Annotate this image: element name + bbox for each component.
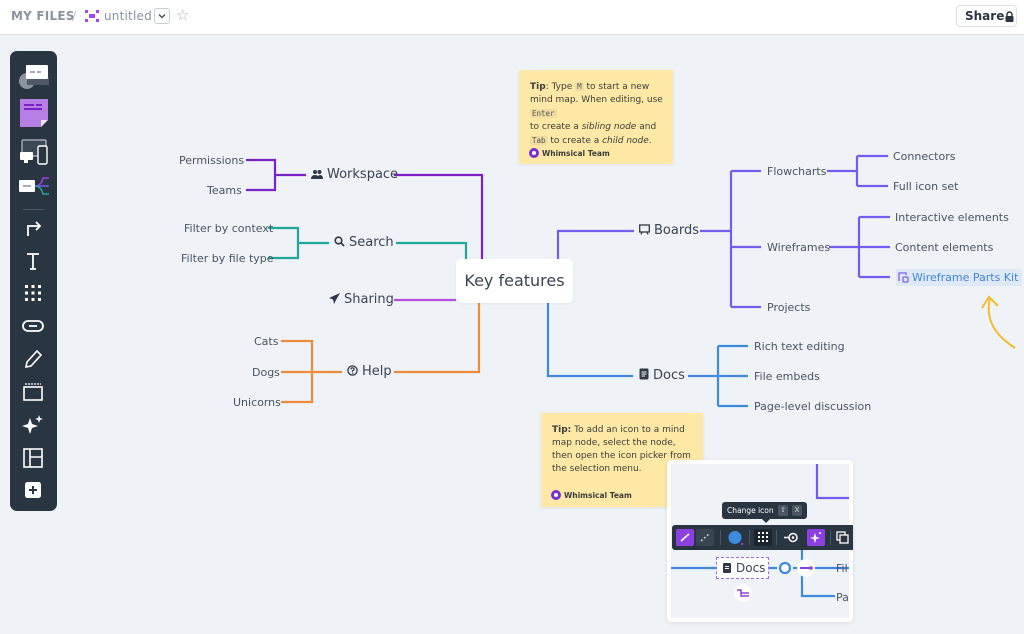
node-connectors[interactable]: Connectors xyxy=(893,150,955,163)
node-permissions[interactable]: Permissions xyxy=(179,154,244,167)
root-node[interactable]: Key features xyxy=(456,259,573,303)
node-docs-label: Docs xyxy=(653,368,685,383)
node-search[interactable]: Search xyxy=(334,235,394,250)
file-menu-button[interactable] xyxy=(154,8,170,24)
share-button[interactable]: Share xyxy=(956,5,1017,27)
preview-node-page-level-cut: Pa xyxy=(836,591,849,604)
node-dogs[interactable]: Dogs xyxy=(252,366,280,379)
node-unicorns[interactable]: Unicorns xyxy=(233,396,281,409)
boards-connectors xyxy=(556,154,890,309)
shortcut-key-shift: ⇧ xyxy=(778,505,788,516)
file-title[interactable]: untitled xyxy=(104,9,152,23)
node-sharing-label: Sharing xyxy=(344,292,394,307)
node-filter-by-file-type[interactable]: Filter by file type xyxy=(181,252,274,265)
annotation-arrow-right xyxy=(981,295,1016,349)
color-button xyxy=(726,529,744,546)
tip-text: Tip: Type M to start a new mind map. Whe… xyxy=(530,82,663,146)
whimsical-avatar xyxy=(551,490,561,500)
users-icon xyxy=(311,170,323,179)
star-icon[interactable]: ☆ xyxy=(176,6,189,24)
breadcrumb-my-files[interactable]: MY FILES xyxy=(11,9,75,23)
tooltip-caret xyxy=(762,519,770,523)
shortcut-key-x: X xyxy=(792,505,802,516)
node-file-embeds[interactable]: File embeds xyxy=(754,370,820,383)
node-search-label: Search xyxy=(349,235,394,250)
node-flowcharts[interactable]: Flowcharts xyxy=(767,165,826,178)
line-icon xyxy=(680,533,690,542)
node-help-label: Help xyxy=(362,364,392,379)
tip-author: Whimsical Team xyxy=(529,147,610,160)
change-icon-button xyxy=(754,529,772,546)
node-interactive-elements[interactable]: Interactive elements xyxy=(895,211,1009,224)
node-cats[interactable]: Cats xyxy=(254,335,278,348)
node-workspace[interactable]: Workspace xyxy=(311,167,398,182)
node-docs[interactable]: Docs xyxy=(639,368,685,383)
chevron-down-icon xyxy=(158,13,166,19)
mind-map-file-icon xyxy=(85,10,99,22)
node-wireframes[interactable]: Wireframes xyxy=(767,241,830,254)
node-sharing[interactable]: Sharing xyxy=(329,292,394,307)
mind-map-canvas[interactable] xyxy=(0,35,1024,634)
search-icon xyxy=(334,236,345,247)
node-page-level-discussion[interactable]: Page-level discussion xyxy=(754,400,871,413)
dashed-line-button xyxy=(696,529,714,546)
node-rich-text-editing[interactable]: Rich text editing xyxy=(754,340,845,353)
wireframe-kit-icon xyxy=(898,272,909,283)
question-circle-icon xyxy=(347,365,358,376)
wireframe-parts-kit-label: Wireframe Parts Kit xyxy=(912,271,1019,284)
node-wireframe-parts-kit-link[interactable]: Wireframe Parts Kit xyxy=(896,269,1023,286)
sparkle-icon xyxy=(810,532,821,543)
color-swatch-icon xyxy=(728,531,744,546)
node-content-elements[interactable]: Content elements xyxy=(895,241,993,254)
grid-icon xyxy=(758,532,768,542)
node-projects[interactable]: Projects xyxy=(767,301,810,314)
node-teams[interactable]: Teams xyxy=(207,184,242,197)
solid-line-button xyxy=(676,529,694,546)
ai-button xyxy=(807,529,825,546)
document-icon xyxy=(723,563,731,573)
dashed-line-icon xyxy=(700,533,710,542)
whimsical-avatar xyxy=(529,148,539,158)
node-boards-label: Boards xyxy=(654,223,699,238)
tip-author: Whimsical Team xyxy=(551,489,632,502)
sticky-note-tip-shortcuts[interactable]: Tip: Type M to start a new mind map. Whe… xyxy=(519,70,673,164)
duplicate-button xyxy=(834,529,852,546)
lock-icon xyxy=(1005,11,1014,22)
tooltip-label: Change icon xyxy=(727,506,774,515)
target-icon xyxy=(784,532,798,543)
document-icon xyxy=(639,368,649,380)
node-full-icon-set[interactable]: Full icon set xyxy=(893,180,958,193)
paper-plane-icon xyxy=(329,293,340,304)
preview-selection-toolbar xyxy=(672,525,853,550)
node-workspace-label: Workspace xyxy=(327,167,399,182)
node-help[interactable]: Help xyxy=(347,364,392,379)
focus-button xyxy=(782,529,800,546)
node-filter-by-context[interactable]: Filter by context xyxy=(184,222,273,235)
whiteboard-icon xyxy=(639,224,650,235)
preview-selected-docs-node: Docs xyxy=(716,557,769,579)
copy-icon xyxy=(836,531,849,544)
change-icon-tooltip: Change icon ⇧ X xyxy=(722,502,807,523)
top-bar: MY FILES / untitled ☆ Share xyxy=(0,0,1024,35)
help-connectors xyxy=(281,303,481,404)
node-boards[interactable]: Boards xyxy=(639,223,699,238)
preview-node-file-embeds-cut: Fil xyxy=(836,562,848,575)
breadcrumb-separator: / xyxy=(72,9,77,23)
docs-connectors xyxy=(546,303,748,408)
share-label: Share xyxy=(965,9,1005,23)
